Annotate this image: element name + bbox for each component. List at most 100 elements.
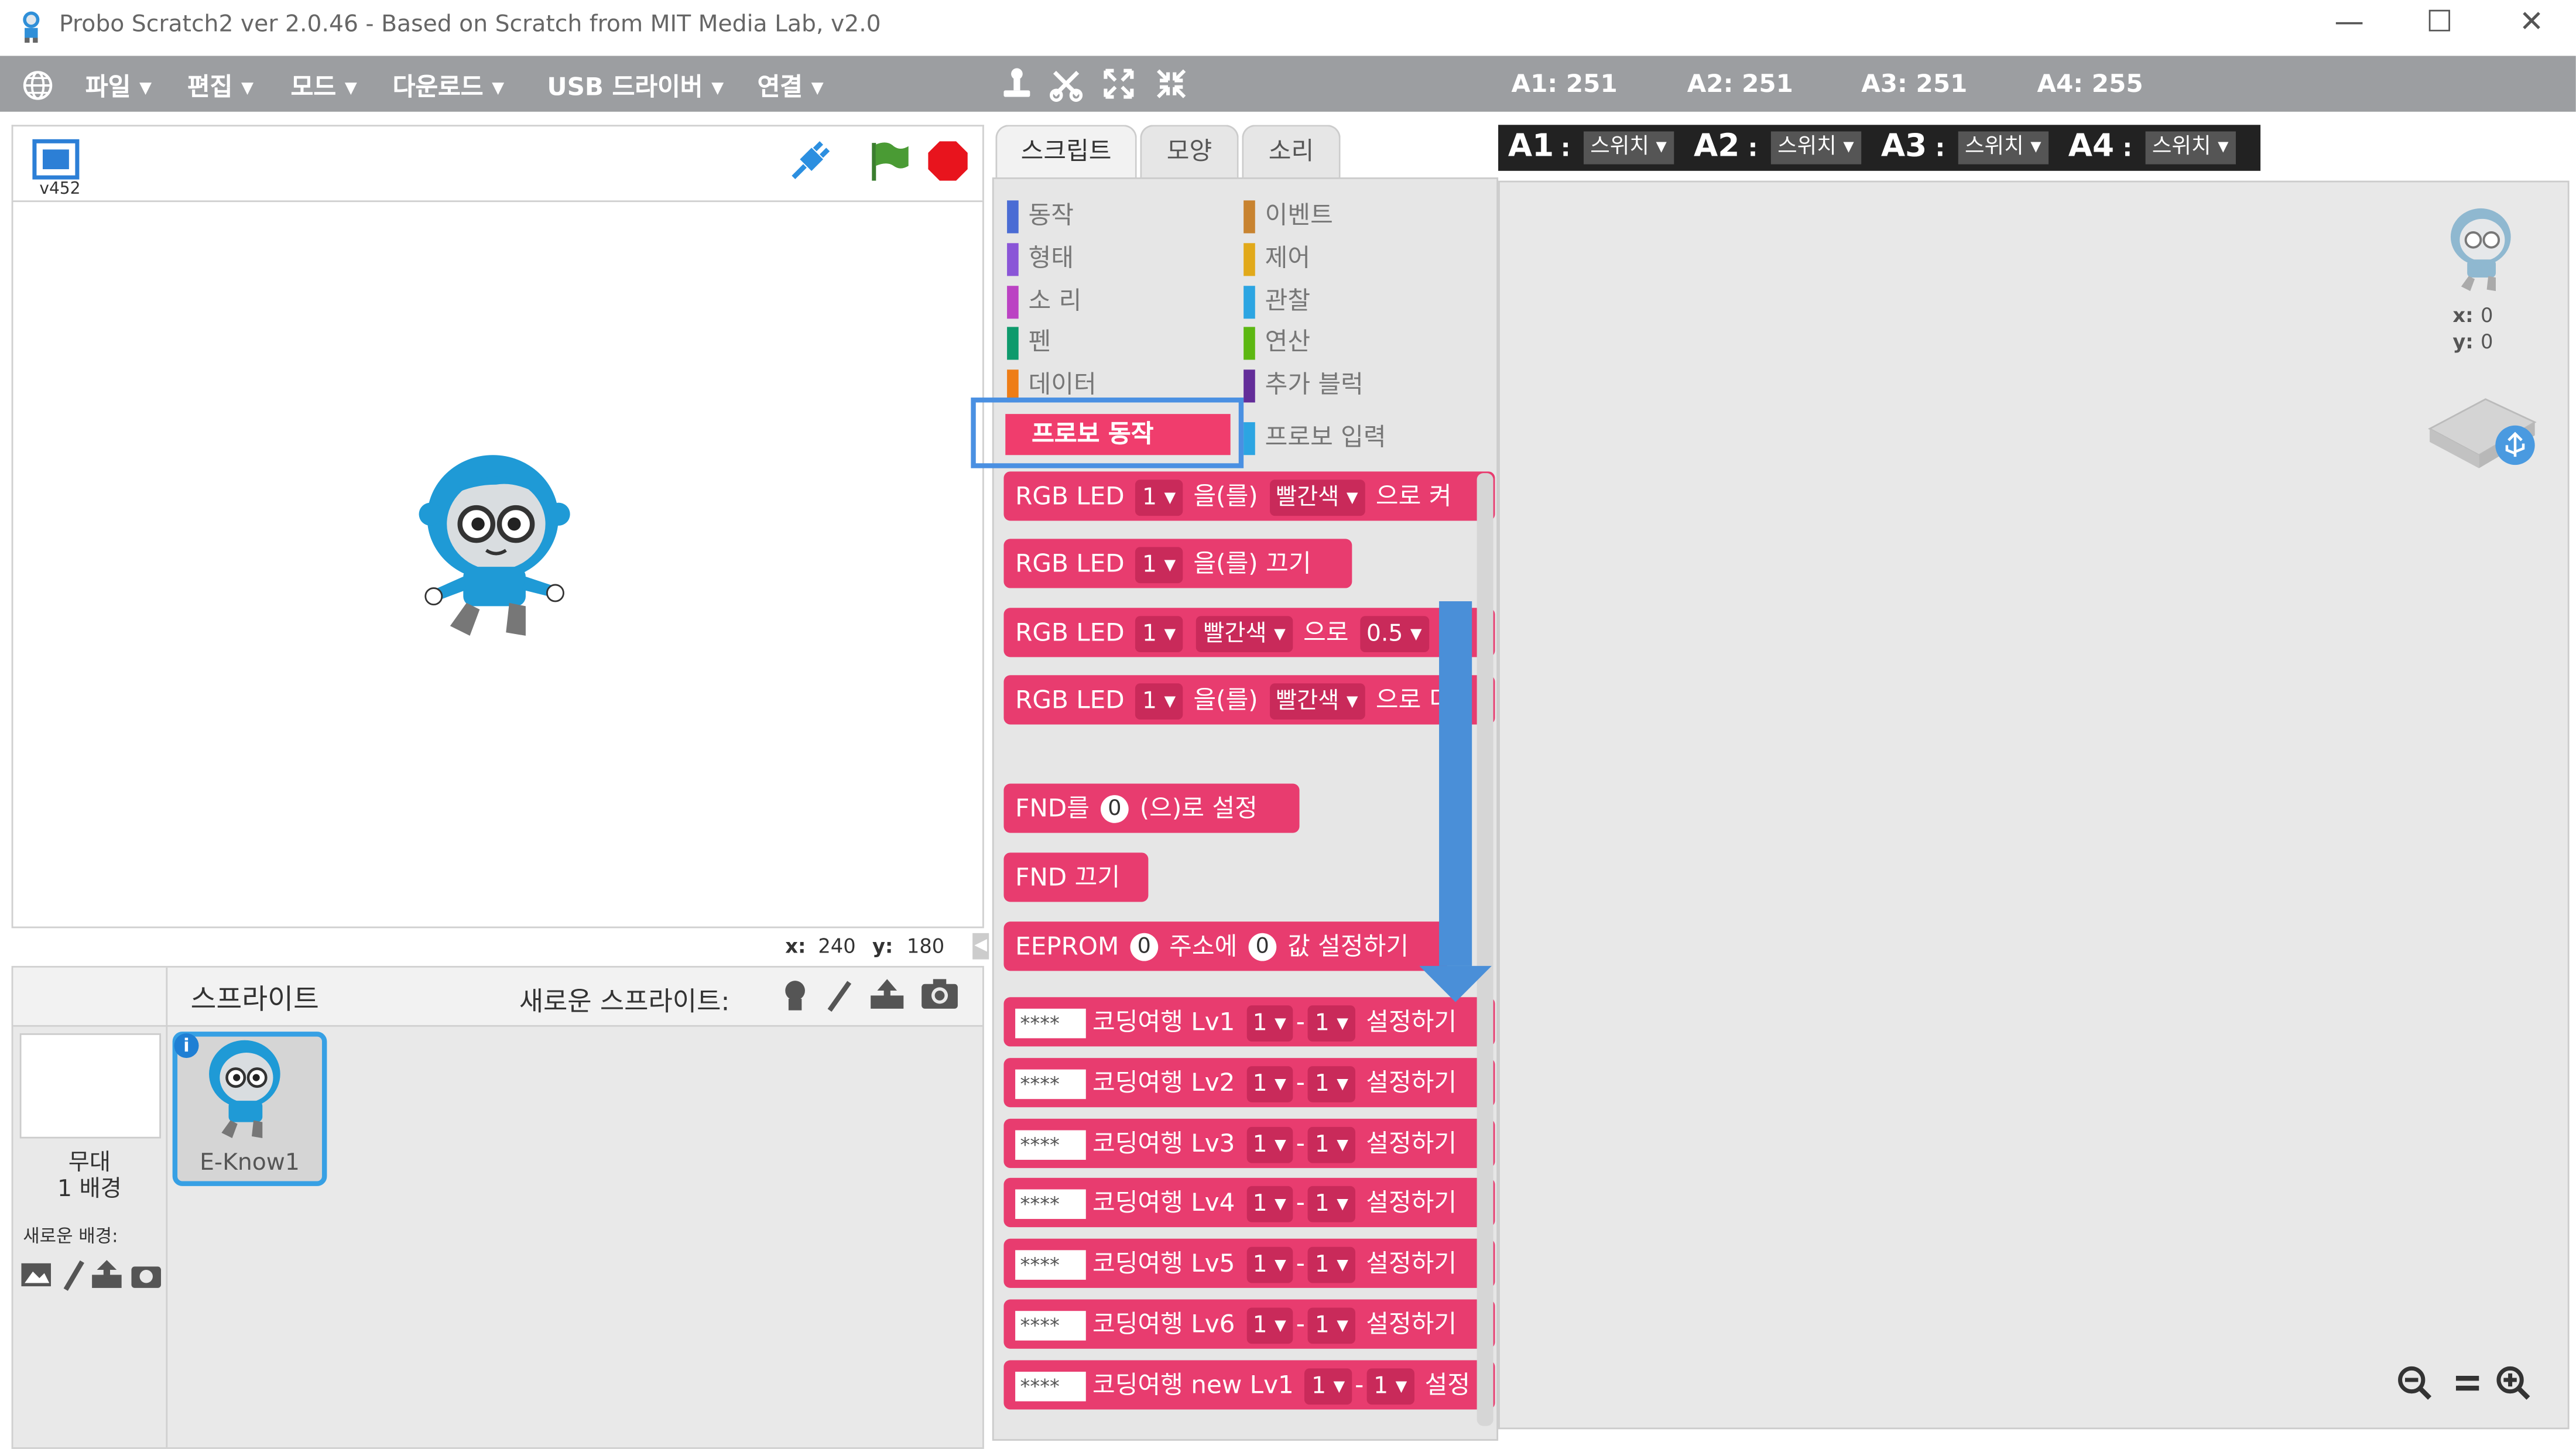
stage-dropdown[interactable]: 1 ▾ [1304,1367,1352,1404]
block-coding-trip-lv2[interactable]: **** 코딩여행 Lv2 1 ▾ -1 ▾ 설정하기 [1003,1058,1495,1108]
fnd-value-input[interactable]: 0 [1100,795,1129,823]
led-color-dropdown[interactable]: 빨간색 ▾ [1269,478,1365,515]
step-dropdown[interactable]: 1 ▾ [1308,1307,1355,1343]
category-motion[interactable]: 동작 [1007,197,1074,233]
sprite-name: E-Know1 [200,1150,300,1177]
camera-icon[interactable] [920,978,959,1010]
analog-a2-mode-dropdown[interactable]: 스위치 ▾ [1770,131,1861,165]
menu-edit[interactable]: 편집 ▾ [187,69,254,104]
block-fnd-off[interactable]: FND 끄기 [1003,852,1149,902]
category-operators[interactable]: 연산 [1244,324,1310,359]
category-data[interactable]: 데이터 [1007,366,1097,402]
category-sound[interactable]: 소 리 [1007,283,1081,318]
eeprom-value-input[interactable]: 0 [1248,933,1277,961]
eeprom-address-input[interactable]: 0 [1130,933,1159,961]
close-button[interactable]: ✕ [2499,5,2564,39]
menu-connect[interactable]: 연결 ▾ [758,69,824,104]
password-input[interactable]: **** [1015,1068,1086,1098]
step-dropdown[interactable]: 1 ▾ [1308,1126,1355,1163]
block-coding-trip-lv6[interactable]: **** 코딩여행 Lv6 1 ▾ -1 ▾ 설정하기 [1003,1299,1495,1349]
analog-a1-label: A1 [1508,128,1554,165]
tab-costumes[interactable]: 모양 [1140,125,1239,179]
led-number-dropdown[interactable]: 1 ▾ [1135,546,1183,583]
password-input[interactable]: **** [1015,1008,1086,1037]
sprite-library-icon[interactable] [777,978,813,1014]
led-number-dropdown[interactable]: 1 ▾ [1135,615,1183,652]
sensor-a4-value: A4: 255 [2037,68,2143,99]
led-number-dropdown[interactable]: 1 ▾ [1135,478,1183,515]
category-more-blocks[interactable]: 추가 블럭 [1244,366,1364,402]
step-dropdown[interactable]: 1 ▾ [1308,1065,1355,1102]
paint-brush-icon[interactable] [823,978,859,1014]
stage-dropdown[interactable]: 1 ▾ [1246,1065,1293,1102]
led-number-dropdown[interactable]: 1 ▾ [1135,682,1183,719]
password-input[interactable]: **** [1015,1371,1086,1401]
led-color-dropdown[interactable]: 빨간색 ▾ [1269,682,1365,719]
green-flag-icon[interactable] [864,136,913,186]
category-probo-input[interactable]: 프로보 입력 [1244,419,1386,454]
led-seconds-dropdown[interactable]: 0.5 ▾ [1359,615,1429,652]
stage-collapse-arrow-icon[interactable]: ◀ [972,933,989,960]
delete-scissors-icon[interactable] [1048,66,1084,102]
analog-a3-mode-dropdown[interactable]: 스위치 ▾ [1958,131,2048,165]
language-globe-icon[interactable] [21,69,54,102]
step-dropdown[interactable]: 1 ▾ [1308,1246,1355,1283]
stop-sign-icon[interactable] [923,136,972,186]
password-input[interactable]: **** [1015,1249,1086,1279]
sprite-e-know-image[interactable] [417,448,575,642]
menu-file[interactable]: 파일 ▾ [85,69,152,104]
tab-sounds[interactable]: 소리 [1242,125,1341,179]
led-color-dropdown[interactable]: 빨간색 ▾ [1197,615,1293,652]
menu-usb-driver[interactable]: USB 드라이버 ▾ [547,69,724,104]
zoom-controls [2397,1362,2545,1405]
step-dropdown[interactable]: 1 ▾ [1308,1004,1355,1041]
block-fnd-set[interactable]: FND를 0 (으)로 설정 [1003,783,1300,833]
sensor-a3-value: A3: 251 [1861,68,1968,99]
sprite-info-icon[interactable]: i [174,1033,199,1059]
category-looks[interactable]: 형태 [1007,240,1074,276]
step-dropdown[interactable]: 1 ▾ [1308,1185,1355,1222]
category-control[interactable]: 제어 [1244,240,1310,276]
stage-dropdown[interactable]: 1 ▾ [1246,1246,1293,1283]
analog-a4-mode-dropdown[interactable]: 스위치 ▾ [2145,131,2235,165]
stage-thumbnail[interactable] [19,1033,161,1139]
analog-a4-colon: : [2122,133,2133,163]
password-input[interactable]: **** [1015,1129,1086,1159]
block-coding-trip-new-lv1[interactable]: **** 코딩여행 new Lv1 1 ▾ -1 ▾ 설정 [1003,1360,1495,1410]
block-coding-trip-lv3[interactable]: **** 코딩여행 Lv3 1 ▾ -1 ▾ 설정하기 [1003,1118,1495,1169]
password-input[interactable]: **** [1015,1188,1086,1218]
password-input[interactable]: **** [1015,1310,1086,1340]
backdrop-tools-icons[interactable] [20,1257,165,1293]
step-dropdown[interactable]: 1 ▾ [1366,1367,1414,1404]
maximize-button[interactable]: ☐ [2407,5,2472,39]
category-sensing[interactable]: 관찰 [1244,283,1310,318]
category-pen[interactable]: 펜 [1007,324,1051,359]
block-coding-trip-lv5[interactable]: **** 코딩여행 Lv5 1 ▾ -1 ▾ 설정하기 [1003,1238,1495,1288]
block-coding-trip-lv4[interactable]: **** 코딩여행 Lv4 1 ▾ -1 ▾ 설정하기 [1003,1177,1495,1228]
menu-mode[interactable]: 모드 ▾ [291,69,357,104]
analog-a1-mode-dropdown[interactable]: 스위치 ▾ [1583,131,1674,165]
block-rgb-led-on[interactable]: RGB LED 1 ▾ 을(를) 빨간색 ▾ 으로 켜 [1003,471,1495,521]
block-rgb-led-off[interactable]: RGB LED 1 ▾ 을(를) 끄기 [1003,539,1352,588]
stage-dropdown[interactable]: 1 ▾ [1246,1185,1293,1222]
zoom-out-icon[interactable] [2397,1365,2433,1402]
upload-sprite-icon[interactable] [868,976,907,1012]
menu-download[interactable]: 다운로드 ▾ [393,69,505,104]
duplicate-stamp-icon[interactable] [999,66,1035,102]
presentation-mode-icon[interactable] [30,136,83,183]
sprite-pane-divider [166,967,168,1448]
minimize-button[interactable]: — [2316,5,2382,39]
shrink-icon[interactable] [1153,66,1190,102]
script-area[interactable]: x: 0 y: 0 [1498,180,2570,1430]
stage-dropdown[interactable]: 1 ▾ [1246,1307,1293,1343]
category-events[interactable]: 이벤트 [1244,197,1333,233]
zoom-in-icon[interactable] [2495,1365,2532,1402]
stage-canvas[interactable] [11,200,984,929]
stage-dropdown[interactable]: 1 ▾ [1246,1126,1293,1163]
zoom-reset-icon[interactable] [2450,1365,2486,1402]
stage-dropdown[interactable]: 1 ▾ [1246,1004,1293,1041]
tab-scripts[interactable]: 스크립트 [995,125,1137,179]
grow-icon[interactable] [1101,66,1137,102]
connection-plug-icon[interactable] [785,136,834,186]
block-eeprom-set[interactable]: EEPROM 0 주소에 0 값 설정하기 [1003,922,1448,971]
